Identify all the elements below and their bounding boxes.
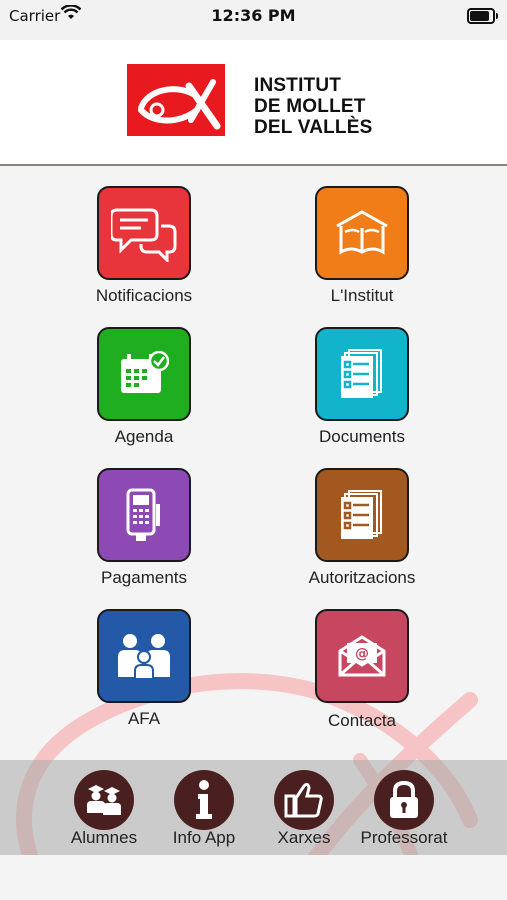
tile-label: L'Institut [330,286,394,305]
tile-documents[interactable]: Documents [272,327,452,447]
header: INSTITUT DE MOLLET DEL VALLÈS [0,40,507,166]
clock: 12:36 PM [211,6,296,25]
footer-area [0,855,507,900]
tile-label: Pagaments [101,568,187,587]
info-icon [174,770,234,830]
nav-info-app[interactable]: Info App [149,770,259,848]
status-bar: Carrier 12:36 PM [0,0,507,40]
bottom-nav: Alumnes Info App Xarxes Professorat [0,760,507,855]
school-name-line: INSTITUT [254,75,342,96]
tile-label: Notificacions [95,286,193,305]
svg-text:@: @ [355,646,369,662]
thumbs-up-icon [274,770,334,830]
documents-checklist-icon [315,327,409,421]
tile-label: Autoritzacions [308,568,416,587]
nav-label: Info App [172,828,236,847]
tile-afa[interactable]: AFA [54,609,234,729]
tile-label: Contacta [327,711,397,730]
nav-professorat[interactable]: Professorat [349,770,459,848]
school-logo [127,64,225,136]
tile-contacta[interactable]: @ Contacta [272,609,452,731]
padlock-icon [374,770,434,830]
email-envelope-icon: @ [315,609,409,703]
tile-linstitut[interactable]: L'Institut [272,186,452,306]
school-name: INSTITUT DE MOLLET DEL VALLÈS [254,75,372,138]
tile-autoritzacions[interactable]: Autoritzacions [272,468,452,588]
tile-pagaments[interactable]: Pagaments [54,468,234,588]
chat-bubbles-icon [97,186,191,280]
nav-label: Xarxes [277,828,331,847]
tile-agenda[interactable]: Agenda [54,327,234,447]
nav-label: Alumnes [70,828,138,847]
tile-notificacions[interactable]: Notificacions [54,186,234,306]
nav-label: Professorat [360,828,448,847]
battery-icon [467,8,498,24]
card-terminal-icon [97,468,191,562]
menu-grid: Notificacions L'Institut Agenda Document… [0,166,507,760]
school-name-line: DE MOLLET [254,96,366,117]
tile-label: Documents [319,427,405,446]
family-icon [97,609,191,703]
nav-xarxes[interactable]: Xarxes [249,770,359,848]
school-name-line: DEL VALLÈS [254,117,373,138]
tile-label: AFA [127,709,161,728]
authorization-checklist-icon [315,468,409,562]
tile-label: Agenda [114,427,174,446]
calendar-check-icon [97,327,191,421]
school-book-icon [315,186,409,280]
students-icon [74,770,134,830]
nav-alumnes[interactable]: Alumnes [49,770,159,848]
